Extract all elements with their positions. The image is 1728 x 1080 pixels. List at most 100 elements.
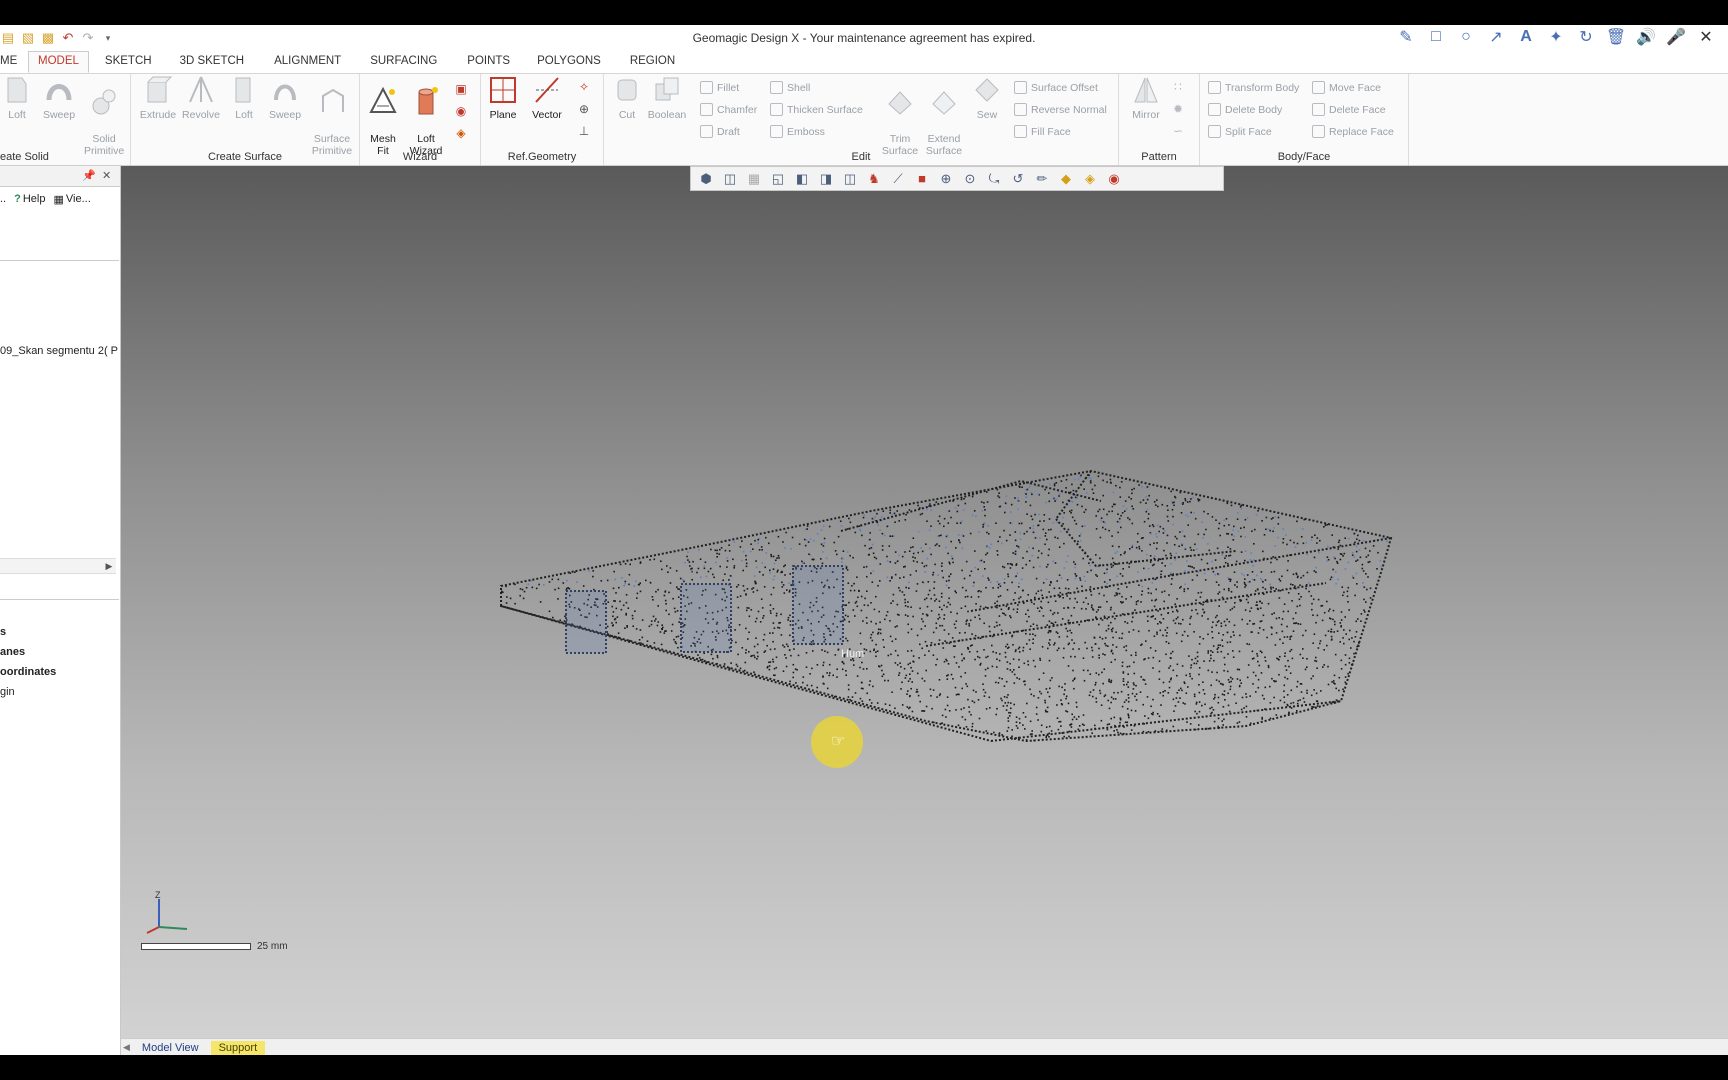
surface-extrude-tool[interactable]: Extrude [139,74,177,121]
trim-surface-tool[interactable]: Trim Surface [880,74,920,157]
scroll-right-icon[interactable]: ▶ [102,559,116,573]
annotation-overlay-toolbar: ✎ □ ○ ↗ A ✦ ↻ 🗑 🔊 🎤 ✕ [1396,27,1716,47]
replace-face-tool[interactable]: Replace Face [1312,125,1394,138]
tree-item-origin[interactable]: gin [0,686,15,698]
chamfer-tool[interactable]: Chamfer [700,103,757,116]
cut-tool[interactable]: Cut [612,74,642,121]
arrow-icon[interactable]: ↗ [1486,27,1506,47]
surface-offset-icon [1014,81,1027,94]
pin-icon[interactable]: 📌 [82,169,96,182]
surface-offset-tool[interactable]: Surface Offset [1014,81,1098,94]
solid-primitive-tool[interactable]: Solid Primitive [84,74,124,157]
thicken-surface-tool[interactable]: Thicken Surface [770,103,863,116]
tool-label: Split Face [1225,125,1272,138]
tab-model[interactable]: MODEL [28,51,89,73]
ref-point-icon[interactable]: ✧ [577,80,591,94]
panel-close-icon[interactable]: ✕ [102,169,111,182]
text-icon[interactable]: A [1516,27,1536,47]
tool-label: Chamfer [717,103,758,116]
tab-support[interactable]: Support [210,1040,266,1055]
split-face-icon [1208,125,1221,138]
delete-face-tool[interactable]: Delete Face [1312,103,1386,116]
ref-axis-icon[interactable]: ⊥ [577,124,591,138]
tab-polygons[interactable]: POLYGONS [537,51,601,73]
solid-sweep-tool[interactable]: Sweep [42,74,76,121]
speaker-icon[interactable]: 🔊 [1636,27,1656,47]
tab-home[interactable]: ME [0,51,28,73]
horizontal-scrollbar[interactable]: ▶ [0,558,116,574]
plane-tool[interactable]: Plane [485,74,521,121]
tab-sketch[interactable]: SKETCH [105,51,152,73]
draft-tool[interactable]: Draft [700,125,740,138]
group-ref-geometry: Plane Vector ✧ ⊕ ⊥ Ref.Geometry [481,74,604,165]
wizard-extra-icon-3[interactable]: ◈ [454,126,468,140]
tool-label: Fillet [717,81,740,94]
scroll-left-icon[interactable]: ◀ [123,1042,130,1053]
rotate-icon[interactable]: ↻ [1576,27,1596,47]
magic-wand-icon[interactable]: ✦ [1546,27,1566,47]
surface-sweep-tool[interactable]: Sweep [267,74,303,121]
tool-label: Fill Face [1031,125,1071,138]
triad-z-label: Z [155,891,161,900]
transform-body-icon [1208,81,1221,94]
tab-surfacing[interactable]: SURFACING [370,51,437,73]
boolean-tool[interactable]: Boolean [646,74,688,121]
loft-wizard-tool[interactable]: Loft Wizard [406,74,446,157]
tab-alignment[interactable]: ALIGNMENT [274,51,341,73]
3d-viewport[interactable]: ⬢ ◫ ▦ ◱ ◧ ◨ ◫ ♞ ⟋ ■ ⊕ ⊙ ⤿ ↺ ✏ ◆ ◈ ◉ ☞ Hu… [121,166,1728,1038]
mesh-fit-tool[interactable]: Mesh Fit [366,74,400,157]
circle-icon[interactable]: ○ [1456,27,1476,47]
close-icon[interactable]: ✕ [1696,27,1716,47]
transform-body-tool[interactable]: Transform Body [1208,81,1299,94]
extrude-icon [147,76,173,103]
tree-item-features[interactable]: s [0,626,6,638]
surface-loft-tool[interactable]: Loft [229,74,259,121]
wizard-extra-icon-2[interactable]: ◉ [454,104,468,118]
tool-label: Sweep [42,109,76,121]
surface-primitive-tool[interactable]: Surface Primitive [309,74,355,157]
tool-label: Reverse Normal [1031,103,1107,116]
panel-toolbar: .. ? Help ▦ Vie... [0,188,120,210]
shell-tool[interactable]: Shell [770,81,810,94]
split-face-tool[interactable]: Split Face [1208,125,1272,138]
ref-coordinate-icon[interactable]: ⊕ [577,102,591,116]
plane-icon [490,77,516,103]
view-button[interactable]: ▦ Vie... [53,193,90,206]
delete-body-icon [1208,103,1221,116]
tab-region[interactable]: REGION [630,51,675,73]
tab-points[interactable]: POINTS [467,51,510,73]
panel-more-button[interactable]: .. [0,193,6,205]
trash-icon[interactable]: 🗑 [1606,27,1626,47]
emboss-tool[interactable]: Emboss [770,125,825,138]
tab-3d-sketch[interactable]: 3D SKETCH [180,51,245,73]
group-create-solid: Loft Sweep Solid Primitive eate Solid [0,74,131,165]
sew-tool[interactable]: Sew [972,74,1002,121]
help-icon: ? [14,193,21,205]
extend-surface-tool[interactable]: Extend Surface [922,74,966,157]
delete-body-tool[interactable]: Delete Body [1208,103,1282,116]
tree-item-coordinates[interactable]: oordinates [0,666,56,678]
cursor-tooltip: Hum [841,648,865,660]
fillet-tool[interactable]: Fillet [700,81,739,94]
solid-loft-tool[interactable]: Loft [2,74,32,121]
mic-off-icon[interactable]: 🎤 [1666,27,1686,47]
reverse-normal-tool[interactable]: Reverse Normal [1014,103,1107,116]
circular-pattern-icon[interactable]: ✹ [1171,102,1185,116]
linear-pattern-icon[interactable]: ∷ [1171,80,1185,94]
fill-face-tool[interactable]: Fill Face [1014,125,1071,138]
vector-tool[interactable]: Vector [527,74,567,121]
curve-pattern-icon[interactable]: ∽ [1171,124,1185,138]
help-button[interactable]: ? Help [14,193,45,205]
tool-label: Transform Body [1225,81,1300,94]
rectangle-icon[interactable]: □ [1426,27,1446,47]
tab-model-view[interactable]: Model View [134,1041,207,1055]
tree-item-scan[interactable]: 09_Skan segmentu 2( P [0,345,118,357]
tool-label: Surface Offset [1031,81,1098,94]
pencil-icon[interactable]: ✎ [1396,27,1416,47]
move-face-tool[interactable]: Move Face [1312,81,1381,94]
surface-revolve-tool[interactable]: Revolve [181,74,221,121]
tree-item-planes[interactable]: anes [0,646,25,658]
tool-label: Shell [787,81,811,94]
wizard-extra-icon-1[interactable]: ▣ [454,82,468,96]
mirror-tool[interactable]: Mirror [1129,74,1163,121]
